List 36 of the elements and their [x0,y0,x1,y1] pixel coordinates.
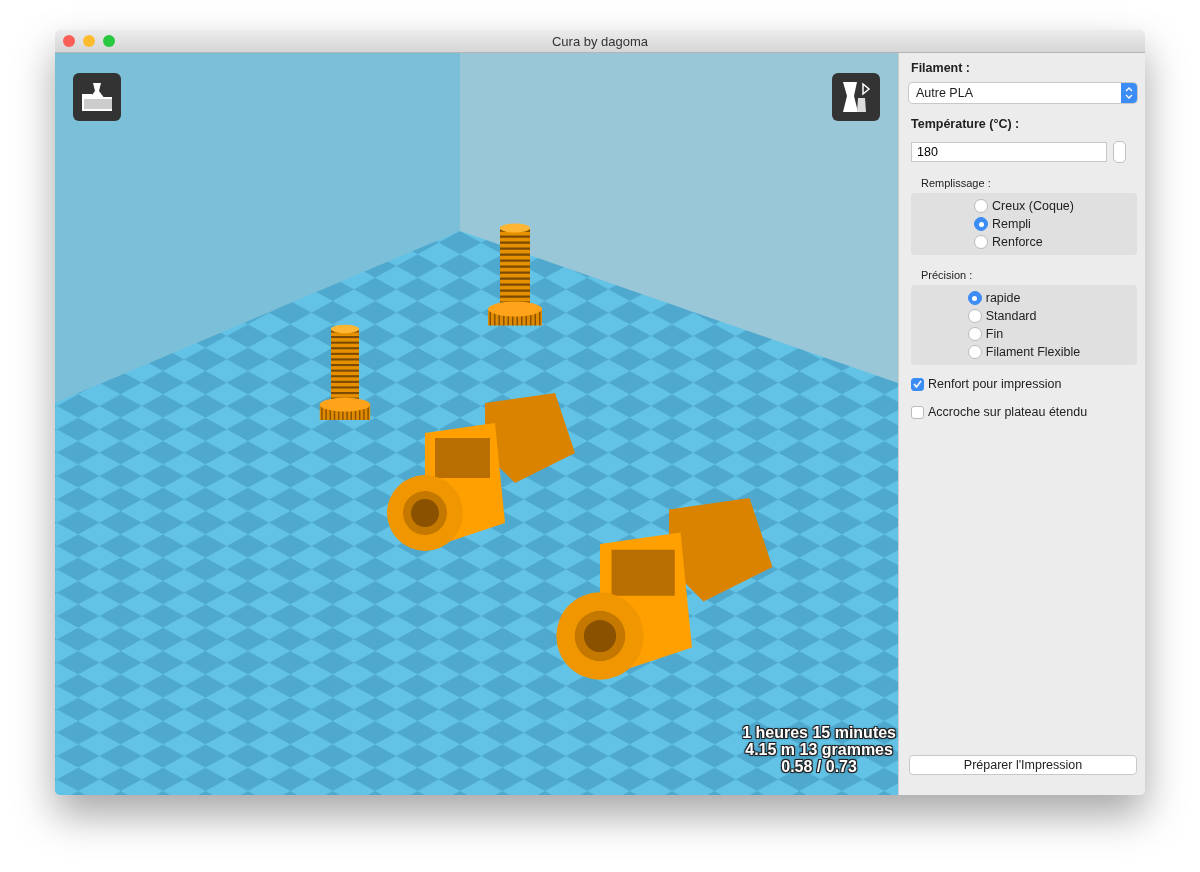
radio-label: Standard [985,309,1037,323]
radio-button[interactable] [974,217,988,231]
filament-label: Filament : [911,61,972,75]
radio-label: Filament Flexible [985,345,1081,359]
radio-button[interactable] [967,327,982,341]
print-estimate-text: 1 heures 15 minutes [742,724,896,741]
radio-button[interactable] [974,235,988,249]
radio-label: rapide [985,291,1021,305]
group-label: Précision : [921,269,974,281]
filament-select[interactable]: Autre PLA [909,83,1137,103]
close-button[interactable] [63,35,75,47]
radio-label: Rempli [992,217,1031,231]
temperature-field[interactable]: 180 [911,142,1107,162]
print-estimate-text: 0.58 / 0.73 [781,758,857,775]
temperature-stepper[interactable] [1113,141,1126,163]
chevron-updown-icon [1125,87,1133,99]
checkbox-label: Renfort pour impression [928,377,1062,391]
radio-label: Renforce [992,235,1043,249]
minimize-button[interactable] [83,35,95,47]
radio-button[interactable] [967,345,982,359]
load-model-icon[interactable] [73,73,121,121]
vase-icon[interactable] [832,73,880,121]
window-title: Cura by dagoma [551,33,649,49]
radio-label: Fin [985,327,1004,341]
prepare-print-button[interactable]: Préparer l'Impression [909,755,1137,775]
radio-button[interactable] [967,291,982,305]
checkbox[interactable] [911,405,924,419]
temperature-label: Température (°C) : [911,117,1021,131]
radio-button[interactable] [974,199,988,213]
checkbox-label: Accroche sur plateau étendu [928,405,1088,419]
radio-button[interactable] [967,309,982,323]
print-estimate-text: 4.15 m 13 grammes [745,741,893,758]
radio-label: Creux (Coque) [992,199,1074,213]
zoom-button[interactable] [103,35,115,47]
checkbox[interactable] [911,377,924,391]
group-label: Remplissage : [921,177,992,189]
